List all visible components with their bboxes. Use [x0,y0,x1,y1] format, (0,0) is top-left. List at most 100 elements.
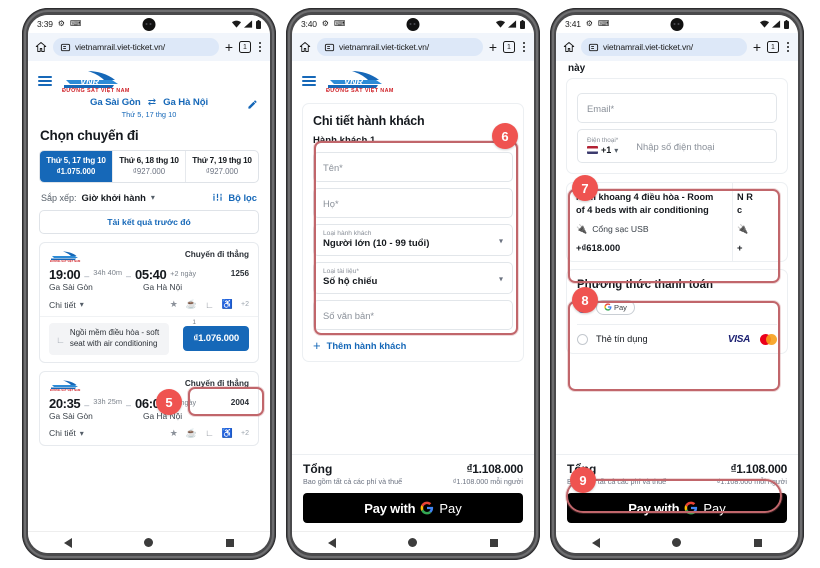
chevron-down-icon[interactable]: ▾ [151,193,155,202]
address-bar[interactable]: vietnamrail.viet-ticket.vn/ [53,38,219,56]
svg-text:ĐƯỜNG SẮT VIỆT NAM: ĐƯỜNG SẮT VIỆT NAM [326,86,394,93]
pay-button[interactable]: Pay with Pay [567,493,787,523]
pencil-icon[interactable] [247,97,258,115]
country-code-select[interactable]: Điện thoại* +1 ▾ [587,137,626,155]
add-passenger-label: Thêm hành khách [326,340,407,351]
address-bar[interactable]: vietnamrail.viet-ticket.vn/ [581,38,747,56]
recents-button[interactable] [489,538,498,547]
home-button[interactable] [408,538,418,547]
chevron-down-icon[interactable]: ▾ [614,146,618,155]
passenger-type-select[interactable]: Loại hành khách Người lớn (10 - 99 tuổi)… [313,224,513,256]
date-option-label: Thứ 7, 19 thg 10 [192,156,252,165]
filter-button[interactable]: Bộ lọc [212,192,257,203]
recents-button[interactable] [225,538,234,547]
hamburger-icon[interactable] [38,75,52,87]
usb-icon: 🔌 [576,223,588,234]
usb-icon: 🔌 [737,223,749,234]
trip-card-1[interactable]: ĐƯỜNG SẮT VIỆT NAM Chuyến đi thẳng 20:35… [39,370,259,446]
tab-count-button[interactable]: 1 [503,41,515,53]
origin-station: Ga Sài Gòn [89,97,141,108]
shuffle-icon: ⌨ [597,19,610,28]
battery-icon [520,19,525,29]
email-field[interactable]: Email* [577,93,777,123]
front-camera [142,18,156,31]
phone-number-field[interactable]: Điện thoại* +1 ▾ Nhập số điện thoại [577,129,777,163]
annotation-badge-5: 5 [156,389,182,415]
first-name-placeholder: Tên* [323,161,343,173]
home-icon[interactable] [299,41,311,53]
seat-type-name: Ngồi mềm điều hòa - soft seat with air c… [69,328,160,348]
home-icon[interactable] [35,41,47,53]
gpay-option[interactable]: Pay [577,291,777,324]
details-label[interactable]: Chi tiết [49,300,76,310]
document-number-field[interactable]: Số văn bản* [313,300,513,330]
recents-button[interactable] [753,538,762,547]
home-button[interactable] [672,538,682,547]
plus-icon[interactable]: + [489,40,497,54]
chevron-down-icon[interactable]: ▾ [499,236,503,245]
page-title: Chọn chuyến đi [40,128,139,143]
pay-button[interactable]: Pay with Pay [303,493,523,523]
phone-2-screen: 3:40 ⚙ ⌨ vietnamrail.viet-ticket.vn/ + 1… [292,15,534,553]
tab-count-button[interactable]: 1 [239,41,251,53]
direct-label: Chuyến đi thẳng [184,250,249,259]
tab-count-button[interactable]: 1 [767,41,779,53]
radio-unselected-icon[interactable] [577,333,588,345]
load-previous-button[interactable]: Tải kết quả trước đó [39,210,259,234]
add-passenger-button[interactable]: + Thêm hành khách [313,339,513,352]
depart-time: 20:35 [49,395,81,411]
price-button[interactable]: ₫1.076.000 [183,326,249,352]
address-bar[interactable]: vietnamrail.viet-ticket.vn/ [317,38,483,56]
country-code: +1 [601,145,612,155]
front-camera [670,18,684,31]
total-per-person: ₫1.108.000 mỗi người [452,477,523,486]
kebab-menu-icon[interactable] [257,42,263,52]
credit-card-option[interactable]: Thẻ tín dụng VISA [577,325,777,347]
page-info-icon [588,43,599,51]
wifi-icon [232,20,241,28]
home-icon[interactable] [563,41,575,53]
back-button[interactable] [64,537,73,548]
passenger-type-label: Loại hành khách [323,230,372,237]
shuffle-icon: ⌨ [333,19,346,28]
phone-1-screen: 3:39 ⚙ ⌨ vietnamrail.viet-ticket.vn/ + 1… [28,15,270,553]
date-option-1[interactable]: Thứ 6, 18 thg 10 ₫927.000 [113,151,186,182]
date-option-0[interactable]: Thứ 5, 17 thg 10 ₫1.075.000 [40,151,113,182]
svg-text:VNR: VNR [344,77,364,87]
plus-icon: + [313,338,321,353]
kebab-menu-icon[interactable] [521,42,527,52]
chevron-down-icon[interactable]: ▾ [499,274,503,283]
kebab-menu-icon[interactable] [785,42,791,52]
back-button[interactable] [592,537,601,548]
date-option-price: ₫1.075.000 [56,167,96,176]
signal-icon [772,20,781,28]
amenity-more: +2 [241,429,249,437]
phone-1-content: VNR ĐƯỜNG SẮT VIỆT NAM Ga Sài Gòn ⇄ Ga H… [28,61,270,531]
details-label[interactable]: Chi tiết [49,428,76,438]
option-1[interactable]: N R c 🔌 + [732,183,762,261]
seat-count: 1 [192,319,196,326]
home-button[interactable] [144,538,154,547]
sort-value[interactable]: Giờ khởi hành [82,192,146,203]
pay-prefix: Pay with [628,500,680,516]
plus-icon[interactable]: + [225,40,233,54]
hamburger-icon[interactable] [302,75,316,87]
document-type-select[interactable]: Loại tài liệu* Số hộ chiếu ▾ [313,262,513,294]
chevron-down-icon[interactable]: ▾ [80,429,84,438]
route-summary[interactable]: Ga Sài Gòn ⇄ Ga Hà Nội [28,95,270,109]
total-per-person: ₫1.108.000 mỗi người [716,477,787,486]
phone-label: Điện thoại* [587,137,619,144]
chevron-down-icon[interactable]: ▾ [80,300,84,309]
site-header: VNR ĐƯỜNG SẮT VIỆT NAM [28,61,270,95]
back-button[interactable] [328,537,337,548]
plus-icon[interactable]: + [753,40,761,54]
trip-card-0[interactable]: ĐƯỜNG SẮT VIỆT NAM Chuyến đi thẳng 19:00… [39,242,259,363]
annotation-badge-6: 6 [492,123,518,149]
signal-icon [244,20,253,28]
last-name-placeholder: Họ* [323,197,339,209]
date-option-2[interactable]: Thứ 7, 19 thg 10 ₫927.000 [186,151,258,182]
last-name-field[interactable]: Họ* [313,188,513,218]
gpay-label: Pay [614,302,627,312]
android-nav-bar [28,531,270,553]
first-name-field[interactable]: Tên* [313,152,513,182]
